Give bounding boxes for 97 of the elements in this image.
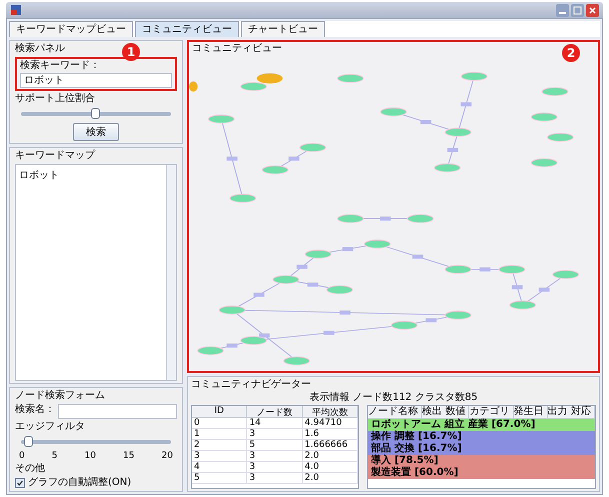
graph-node[interactable] <box>240 336 267 345</box>
graph-node[interactable] <box>380 107 407 116</box>
graph-node[interactable] <box>530 158 558 168</box>
graph-node[interactable] <box>240 82 267 91</box>
graph-node[interactable] <box>326 285 354 294</box>
view-tab[interactable]: コミュニティビュー <box>135 21 239 37</box>
table-cell: 4.94710 <box>302 418 358 429</box>
graph-node[interactable] <box>304 250 332 259</box>
column-header[interactable]: ID <box>192 406 248 418</box>
view-tab[interactable]: チャートビュー <box>241 21 325 37</box>
graph-node[interactable] <box>444 310 472 320</box>
graph-node[interactable] <box>542 87 568 96</box>
table-cell: 2.0 <box>302 473 358 484</box>
table-cell: 5 <box>247 440 303 451</box>
table-cell: 1.6 <box>302 429 358 440</box>
graph-node[interactable] <box>208 114 235 124</box>
graph-node[interactable] <box>498 264 526 274</box>
slider-label: サポート上位割合 <box>15 93 95 105</box>
table-cell: 1 <box>192 429 248 440</box>
table-cell: 4 <box>192 462 248 473</box>
cluster-row[interactable]: 操作 調整 [16.7%] <box>368 431 595 443</box>
minimize-icon[interactable] <box>556 4 569 16</box>
graph-node[interactable] <box>434 163 461 172</box>
slider-thumb[interactable] <box>24 436 32 447</box>
column-header[interactable]: 出力 対応 <box>548 406 595 419</box>
slider-label: エッジフィルタ <box>15 421 85 433</box>
panel-title: コミュニティビュー <box>191 42 283 56</box>
tick-label: 10 <box>84 451 96 461</box>
table-cell: 4.0 <box>302 462 358 473</box>
table-cell: 3 <box>192 451 248 462</box>
table-cell: 2.0 <box>302 451 358 462</box>
graph-node[interactable] <box>444 128 472 137</box>
graph-node[interactable] <box>337 74 364 83</box>
graph-node[interactable] <box>444 264 472 274</box>
tick-label: 20 <box>162 451 173 461</box>
graph-node[interactable] <box>299 142 326 152</box>
callout-number: 2 <box>562 44 580 62</box>
graph-node[interactable] <box>552 270 580 279</box>
slider-thumb[interactable] <box>91 108 100 119</box>
graph-node[interactable] <box>407 214 434 224</box>
graph-node[interactable] <box>547 132 574 142</box>
graph-node[interactable] <box>337 214 364 224</box>
graph-node[interactable] <box>390 320 418 330</box>
keyword-field[interactable]: ロボット <box>20 73 172 88</box>
table-cell: 3 <box>247 462 303 473</box>
name-field[interactable] <box>58 404 177 419</box>
column-header[interactable]: 平均次数 <box>302 406 358 418</box>
graph-node[interactable] <box>272 275 300 284</box>
checkbox[interactable] <box>15 478 25 488</box>
scrollbar[interactable] <box>166 165 176 380</box>
graph-node[interactable] <box>197 346 224 356</box>
graph-node[interactable] <box>509 300 536 310</box>
graph-node[interactable] <box>189 81 198 92</box>
panel-title: 検索パネル <box>15 43 65 55</box>
table-cell: 5 <box>192 473 248 484</box>
table-cell: 3 <box>247 451 303 462</box>
graph-node[interactable] <box>262 165 288 174</box>
panel-title: コミュニティナビゲーター <box>191 379 311 391</box>
section-label: その他 <box>15 463 45 475</box>
graph-node[interactable] <box>364 240 391 248</box>
list-item[interactable]: ロボット <box>18 167 164 183</box>
panel-title: ノード検索フォーム <box>15 390 105 402</box>
graph-node[interactable] <box>530 112 558 122</box>
cluster-row[interactable]: ロボットアーム 組立 産業 [67.0%] <box>368 419 595 431</box>
graph-node[interactable] <box>229 194 256 203</box>
table-cell: 14 <box>247 418 303 429</box>
column-header[interactable]: 発生日 <box>514 406 548 419</box>
panel-title: キーワードマップ <box>15 150 95 162</box>
cluster-row[interactable]: 部品 交換 [16.7%] <box>368 443 595 455</box>
table-cell: 3 <box>247 473 303 484</box>
callout-number: 1 <box>122 43 140 61</box>
field-label: 検索名： <box>15 404 55 416</box>
tick-label: 5 <box>52 451 58 461</box>
column-header[interactable]: 検出 数値 <box>422 406 470 419</box>
app-icon <box>10 4 22 16</box>
cluster-row[interactable]: 導入 [78.5%] <box>368 455 595 467</box>
table-cell: 2 <box>192 440 248 451</box>
column-header[interactable]: カテゴリ <box>469 406 514 419</box>
table-cell: 1.666666 <box>302 440 358 451</box>
summary-text: 表示情報 ノード数112 クラスタ数85 <box>309 392 478 404</box>
column-header[interactable]: ノード名称 <box>368 406 422 419</box>
table-cell: 3 <box>247 429 303 440</box>
graph-node[interactable] <box>460 72 488 81</box>
cluster-row[interactable]: 製造装置 [60.0%] <box>368 467 595 479</box>
view-tab[interactable]: キーワードマップビュー <box>9 21 133 37</box>
graph-node[interactable] <box>283 356 310 366</box>
graph-node[interactable] <box>256 73 283 84</box>
tick-label: 15 <box>123 451 134 461</box>
field-label: 検索キーワード： <box>20 60 100 72</box>
table-cell: 0 <box>192 418 248 429</box>
graph-node[interactable] <box>218 306 246 315</box>
column-header[interactable]: ノード数 <box>247 406 303 418</box>
close-icon[interactable] <box>586 4 599 16</box>
tick-label: 0 <box>19 451 25 461</box>
search-button[interactable]: 検索 <box>73 123 119 141</box>
maximize-icon[interactable] <box>571 4 584 16</box>
auto-adjust-checkbox[interactable]: グラフの自動調整(ON) <box>15 477 177 489</box>
